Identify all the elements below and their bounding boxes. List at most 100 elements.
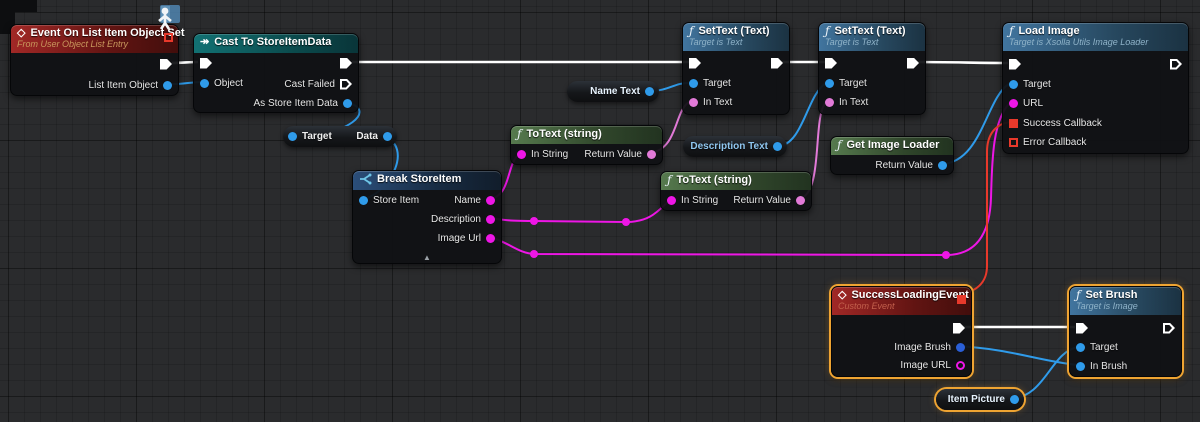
exec-in-pin[interactable] xyxy=(1076,323,1088,334)
node-break-storeitem[interactable]: Break StoreItem Store Item Name Descript… xyxy=(352,170,502,264)
pin-row: Object xyxy=(200,76,243,90)
node-set-brush[interactable]: ƒ Set Brush Target is Image Target In Br… xyxy=(1069,286,1182,377)
exec-in-pin[interactable] xyxy=(1009,59,1021,70)
node-settext-1[interactable]: ƒ SetText (Text) Target is Text Target I… xyxy=(682,22,790,115)
in-text-pin[interactable] xyxy=(689,98,698,107)
name-pin[interactable] xyxy=(486,196,495,205)
pin-row xyxy=(200,56,212,70)
widget-event-badge-icon xyxy=(152,3,182,31)
variable-label: Name Text xyxy=(590,86,640,97)
node-settext-2[interactable]: ƒ SetText (Text) Target is Text Target I… xyxy=(818,22,926,115)
exec-out-pin[interactable] xyxy=(907,58,919,69)
pin-row: List Item Object xyxy=(89,78,172,92)
function-icon: ƒ xyxy=(689,26,693,37)
target-pin[interactable] xyxy=(1009,80,1018,89)
reroute-node[interactable] xyxy=(942,251,950,259)
pin-row xyxy=(953,321,965,335)
exec-out-pin[interactable] xyxy=(771,58,783,69)
event-icon: ◇ xyxy=(838,290,846,301)
target-pin[interactable] xyxy=(825,79,834,88)
reroute-node[interactable] xyxy=(622,218,630,226)
pin-label: Target xyxy=(703,78,731,89)
reroute-node[interactable] xyxy=(530,217,538,225)
node-get-description-text[interactable]: Description Text xyxy=(683,136,787,157)
pin-label: As Store Item Data xyxy=(254,98,338,109)
node-load-image[interactable]: ƒ Load Image Target is Xsolla Utils Imag… xyxy=(1002,22,1189,154)
target-in-pin[interactable] xyxy=(288,132,297,141)
pin-label: Cast Failed xyxy=(284,79,335,90)
target-pin[interactable] xyxy=(689,79,698,88)
success-callback-pin[interactable] xyxy=(1009,119,1018,128)
pin-row: Image Url xyxy=(438,231,495,245)
pin-row: Return Value xyxy=(733,193,805,207)
delegate-pin[interactable] xyxy=(164,33,173,42)
as-store-item-data-pin[interactable] xyxy=(343,99,352,108)
node-title: Cast To StoreItemData xyxy=(214,36,331,48)
image-brush-pin[interactable] xyxy=(956,343,965,352)
return-value-pin[interactable] xyxy=(796,196,805,205)
delegate-pin[interactable] xyxy=(957,295,966,304)
return-value-pin[interactable] xyxy=(647,150,656,159)
pin-row xyxy=(340,56,352,70)
node-totext-string-2[interactable]: ƒ ToText (string) In String Return Value xyxy=(660,171,812,211)
exec-out-pin[interactable] xyxy=(1170,59,1182,70)
blueprint-graph-canvas[interactable]: ◇ Event On List Item Object Set From Use… xyxy=(0,0,1200,422)
node-title: ToText (string) xyxy=(526,128,601,140)
target-pin[interactable] xyxy=(1076,343,1085,352)
node-totext-string-1[interactable]: ƒ ToText (string) In String Return Value xyxy=(510,125,663,165)
node-event-on-list-item-object-set[interactable]: ◇ Event On List Item Object Set From Use… xyxy=(10,24,179,96)
pin-label: In Text xyxy=(703,97,732,108)
pin-row: Target xyxy=(825,76,867,90)
pin-row: Target xyxy=(1076,340,1118,354)
in-string-pin[interactable] xyxy=(667,196,676,205)
pin-label: Object xyxy=(214,78,243,89)
struct-wire xyxy=(957,346,1078,365)
pin-row xyxy=(907,56,919,70)
name-text-out-pin[interactable] xyxy=(645,87,654,96)
collapse-arrow-icon[interactable]: ▲ xyxy=(423,254,431,262)
object-pin[interactable] xyxy=(200,79,209,88)
node-get-name-text[interactable]: Name Text xyxy=(567,81,659,102)
exec-out-pin[interactable] xyxy=(1163,323,1175,334)
description-pin[interactable] xyxy=(486,215,495,224)
variable-label: Description Text xyxy=(690,141,768,152)
error-callback-pin[interactable] xyxy=(1009,138,1018,147)
node-cast-to-storeitemdata[interactable]: ↠ Cast To StoreItemData Object Cast Fail… xyxy=(193,33,359,113)
exec-in-pin[interactable] xyxy=(825,58,837,69)
node-target-data-getter[interactable]: Target Data xyxy=(283,126,397,147)
pin-row xyxy=(1009,57,1021,71)
pin-row: URL xyxy=(1009,96,1043,110)
pin-label: Store Item xyxy=(373,195,419,206)
pin-row: In String xyxy=(517,147,568,161)
in-brush-pin[interactable] xyxy=(1076,362,1085,371)
exec-in-pin[interactable] xyxy=(200,58,212,69)
url-pin[interactable] xyxy=(1009,99,1018,108)
store-item-pin[interactable] xyxy=(359,196,368,205)
item-picture-out-pin[interactable] xyxy=(1010,395,1019,404)
data-out-pin[interactable] xyxy=(383,132,392,141)
return-value-pin[interactable] xyxy=(938,161,947,170)
node-success-loading-event[interactable]: ◇ SuccessLoadingEvent Custom Event Image… xyxy=(831,286,972,377)
in-text-pin[interactable] xyxy=(825,98,834,107)
exec-out-pin[interactable] xyxy=(953,323,965,334)
in-string-pin[interactable] xyxy=(517,150,526,159)
node-subtitle: Target is Image xyxy=(1076,301,1174,311)
exec-out-pin[interactable] xyxy=(160,59,172,70)
exec-out-pin[interactable] xyxy=(340,58,352,69)
cast-failed-exec-pin[interactable] xyxy=(340,79,352,90)
function-icon: ƒ xyxy=(517,129,521,140)
reroute-node[interactable] xyxy=(530,250,538,258)
pin-label: Return Value xyxy=(733,195,791,206)
image-url-pin[interactable] xyxy=(956,361,965,370)
list-item-object-pin[interactable] xyxy=(163,81,172,90)
pin-label: Image Brush xyxy=(894,342,951,353)
node-get-image-loader[interactable]: ƒ Get Image Loader Return Value xyxy=(830,136,954,175)
pin-label: Error Callback xyxy=(1023,137,1086,148)
description-text-out-pin[interactable] xyxy=(773,142,782,151)
node-get-item-picture[interactable]: Item Picture xyxy=(936,389,1024,410)
exec-in-pin[interactable] xyxy=(689,58,701,69)
image-url-pin[interactable] xyxy=(486,234,495,243)
function-icon: ƒ xyxy=(825,26,829,37)
node-title: ToText (string) xyxy=(676,174,751,186)
function-icon: ƒ xyxy=(667,175,671,186)
